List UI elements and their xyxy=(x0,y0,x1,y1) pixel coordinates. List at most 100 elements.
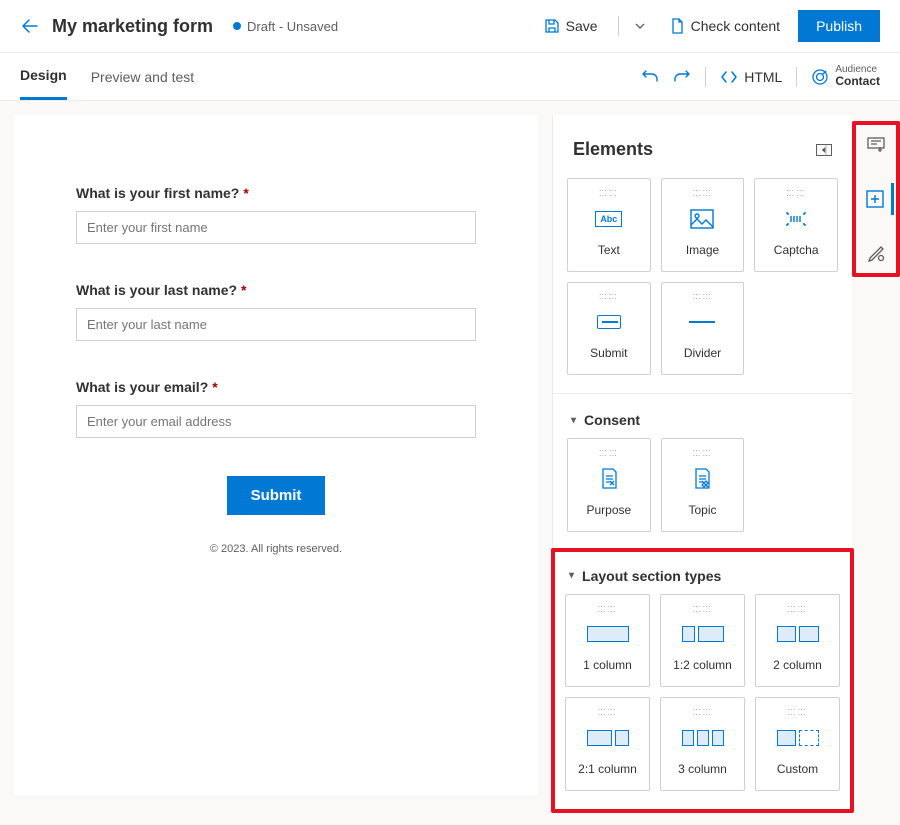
element-topic[interactable]: ⋯⋯⋯⋯ Topic xyxy=(661,438,745,532)
layout-12col-icon xyxy=(682,626,724,642)
layout-2col-icon xyxy=(777,626,819,642)
toolbar: Design Preview and test HTML Audience Co… xyxy=(0,53,900,101)
save-dropdown[interactable] xyxy=(629,17,651,35)
audience-value: Contact xyxy=(835,75,880,88)
element-purpose[interactable]: ⋯⋯⋯⋯ Purpose xyxy=(567,438,651,532)
elements-panel: Elements ⋯⋯⋯⋯ Abc Text ⋯⋯⋯⋯ Image xyxy=(552,115,852,811)
layout-grid: ⋯⋯⋯⋯ 1 column ⋯⋯⋯⋯ 1:2 column ⋯⋯⋯⋯ 2 col… xyxy=(565,594,840,791)
section-header-consent[interactable]: ▾ Consent xyxy=(567,402,838,438)
field-last-name: What is your last name?* xyxy=(76,282,476,341)
layout-custom-icon xyxy=(777,730,819,746)
header-bar: My marketing form Draft - Unsaved Save C… xyxy=(0,0,900,53)
separator xyxy=(618,16,619,36)
grip-icon: ⋯⋯⋯⋯ xyxy=(760,605,835,615)
grip-icon: ⋯⋯⋯⋯ xyxy=(665,708,740,718)
save-button[interactable]: Save xyxy=(534,12,608,40)
layout-2-1-column[interactable]: ⋯⋯⋯⋯ 2:1 column xyxy=(565,697,650,791)
last-name-input[interactable] xyxy=(76,308,476,341)
form-canvas[interactable]: What is your first name?* What is your l… xyxy=(14,115,538,795)
layout-1-column[interactable]: ⋯⋯⋯⋯ 1 column xyxy=(565,594,650,688)
undo-button[interactable] xyxy=(641,68,659,86)
element-submit[interactable]: ⋯⋯⋯⋯ Submit xyxy=(567,282,651,376)
separator xyxy=(796,67,797,87)
field-label: What is your first name?* xyxy=(76,185,476,201)
field-label: What is your email?* xyxy=(76,379,476,395)
field-first-name: What is your first name?* xyxy=(76,185,476,244)
section-basic-elements: ⋯⋯⋯⋯ Abc Text ⋯⋯⋯⋯ Image ⋯⋯⋯⋯ Captcha xyxy=(553,174,852,393)
redo-button[interactable] xyxy=(673,68,691,86)
grip-icon: ⋯⋯⋯⋯ xyxy=(759,189,833,199)
tab-design[interactable]: Design xyxy=(20,53,67,100)
element-text[interactable]: ⋯⋯⋯⋯ Abc Text xyxy=(567,178,651,272)
grip-icon: ⋯⋯⋯⋯ xyxy=(570,708,645,718)
audience-selector[interactable]: Audience Contact xyxy=(811,64,880,88)
grip-icon: ⋯⋯⋯⋯ xyxy=(666,189,740,199)
draft-status: Draft - Unsaved xyxy=(233,19,338,34)
grip-icon: ⋯⋯⋯⋯ xyxy=(572,449,646,459)
check-content-icon xyxy=(669,18,685,34)
back-button[interactable] xyxy=(20,16,40,36)
element-divider[interactable]: ⋯⋯⋯⋯ Divider xyxy=(661,282,745,376)
check-content-button[interactable]: Check content xyxy=(659,12,791,40)
chevron-down-icon: ▾ xyxy=(569,570,574,581)
separator xyxy=(705,67,706,87)
header-actions: Save Check content Publish xyxy=(534,10,880,42)
text-icon: Abc xyxy=(595,211,622,227)
rail-highlight xyxy=(852,121,900,277)
image-icon xyxy=(690,209,714,229)
rail-fields-button[interactable] xyxy=(858,129,894,161)
chevron-down-icon xyxy=(635,21,645,31)
grip-icon: ⋯⋯⋯⋯ xyxy=(572,189,646,199)
form-footer: © 2023. All rights reserved. xyxy=(76,543,476,555)
status-text: Draft - Unsaved xyxy=(247,19,338,34)
layout-3-column[interactable]: ⋯⋯⋯⋯ 3 column xyxy=(660,697,745,791)
page-title: My marketing form xyxy=(52,16,213,37)
layout-custom[interactable]: ⋯⋯⋯⋯ Custom xyxy=(755,697,840,791)
section-consent: ▾ Consent ⋯⋯⋯⋯ Purpose ⋯⋯⋯⋯ Topic xyxy=(553,393,852,550)
target-icon xyxy=(811,68,829,86)
grip-icon: ⋯⋯⋯⋯ xyxy=(572,293,646,303)
html-button[interactable]: HTML xyxy=(720,68,782,86)
layout-1col-icon xyxy=(587,626,629,642)
consent-grid: ⋯⋯⋯⋯ Purpose ⋯⋯⋯⋯ Topic xyxy=(567,438,838,532)
divider-icon xyxy=(689,321,715,323)
first-name-input[interactable] xyxy=(76,211,476,244)
side-area: Elements ⋯⋯⋯⋯ Abc Text ⋯⋯⋯⋯ Image xyxy=(552,115,900,811)
right-rail xyxy=(852,115,900,277)
panel-header: Elements xyxy=(553,115,852,174)
grip-icon: ⋯⋯⋯⋯ xyxy=(666,293,740,303)
email-input[interactable] xyxy=(76,405,476,438)
grip-icon: ⋯⋯⋯⋯ xyxy=(665,605,740,615)
form-wrapper: What is your first name?* What is your l… xyxy=(76,185,476,555)
expand-panel-button[interactable] xyxy=(816,144,832,156)
field-email: What is your email?* xyxy=(76,379,476,438)
element-image[interactable]: ⋯⋯⋯⋯ Image xyxy=(661,178,745,272)
section-header-layout[interactable]: ▾ Layout section types xyxy=(565,558,840,594)
status-dot-icon xyxy=(233,22,241,30)
publish-button[interactable]: Publish xyxy=(798,10,880,42)
element-captcha[interactable]: ⋯⋯⋯⋯ Captcha xyxy=(754,178,838,272)
captcha-icon xyxy=(784,209,808,229)
purpose-icon xyxy=(599,468,619,490)
form-submit-button[interactable]: Submit xyxy=(227,476,326,515)
panel-title: Elements xyxy=(573,139,653,160)
toolbar-right: HTML Audience Contact xyxy=(641,64,880,88)
submit-icon xyxy=(597,315,621,329)
field-label: What is your last name?* xyxy=(76,282,476,298)
layout-1-2-column[interactable]: ⋯⋯⋯⋯ 1:2 column xyxy=(660,594,745,688)
workspace: What is your first name?* What is your l… xyxy=(0,101,900,825)
chevron-down-icon: ▾ xyxy=(571,415,576,426)
layout-2-column[interactable]: ⋯⋯⋯⋯ 2 column xyxy=(755,594,840,688)
elements-grid: ⋯⋯⋯⋯ Abc Text ⋯⋯⋯⋯ Image ⋯⋯⋯⋯ Captcha xyxy=(567,178,838,375)
required-indicator: * xyxy=(241,282,246,298)
required-indicator: * xyxy=(243,185,248,201)
layout-3col-icon xyxy=(682,730,724,746)
grip-icon: ⋯⋯⋯⋯ xyxy=(666,449,740,459)
topic-icon xyxy=(692,468,712,490)
section-layout-highlight: ▾ Layout section types ⋯⋯⋯⋯ 1 column ⋯⋯⋯… xyxy=(551,548,854,813)
code-icon xyxy=(720,68,738,86)
rail-settings-button[interactable] xyxy=(858,237,894,269)
grip-icon: ⋯⋯⋯⋯ xyxy=(570,605,645,615)
tab-preview[interactable]: Preview and test xyxy=(91,55,195,99)
rail-elements-button[interactable] xyxy=(858,183,894,215)
